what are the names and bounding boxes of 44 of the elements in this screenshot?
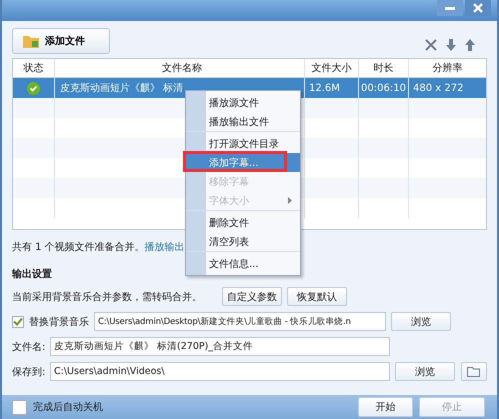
column-header[interactable]: 文件名称 bbox=[55, 59, 305, 77]
checkbox[interactable] bbox=[12, 316, 24, 328]
table-cell: 480 x 272 bbox=[413, 82, 464, 94]
checkbox[interactable] bbox=[12, 400, 27, 414]
table-cell: 00:06:10 bbox=[361, 82, 406, 94]
field-label: 保存到: bbox=[12, 366, 45, 378]
table-cell-text: 皮克斯动画短片《麒》 标清 bbox=[60, 82, 184, 95]
filename-field[interactable]: 皮克斯动画短片《麒》 标清(270P)_合并文件 bbox=[50, 337, 390, 356]
play-output-link[interactable]: 播放输出 bbox=[144, 242, 185, 253]
column-header[interactable]: 状态 bbox=[13, 59, 55, 77]
add-file-button[interactable]: 添加文件 bbox=[12, 28, 110, 54]
checkbox-label: 完成后自动关机 bbox=[33, 400, 103, 414]
column-header[interactable]: 时长 bbox=[359, 59, 409, 77]
summary-text: 共有 1 个视频文件准备合并。 bbox=[12, 242, 145, 253]
menu-item[interactable]: 清空列表 bbox=[186, 232, 300, 252]
close-icon bbox=[473, 3, 483, 13]
menu-item[interactable]: 打开源文件目录 bbox=[186, 134, 300, 153]
folder-plus-icon bbox=[23, 34, 39, 48]
menu-item[interactable]: 删除文件 bbox=[186, 213, 300, 232]
file-row[interactable]: 皮克斯动画短片《麒》 标清 12.6M 00:06:10 480 x 272 bbox=[13, 78, 486, 98]
reset-button[interactable]: 恢复默认 bbox=[287, 287, 347, 306]
browse-button[interactable]: 浏览 bbox=[395, 362, 455, 381]
start-button[interactable]: 开始 bbox=[358, 397, 413, 417]
open-folder-button[interactable] bbox=[461, 362, 487, 381]
checkbox-label: 替换背景音乐 bbox=[29, 316, 89, 328]
column-header[interactable]: 分辨率 bbox=[409, 59, 486, 77]
menu-item[interactable]: 播放输出文件 bbox=[186, 112, 300, 132]
column-header[interactable]: 文件大小 bbox=[305, 59, 359, 77]
table-cell: 12.6M bbox=[309, 82, 340, 94]
browse-button[interactable]: 浏览 bbox=[391, 312, 451, 331]
folder-icon bbox=[467, 366, 481, 377]
minimize-button[interactable] bbox=[437, 0, 463, 16]
custom-params-button[interactable]: 自定义参数 bbox=[222, 287, 282, 306]
minimize-icon bbox=[445, 6, 455, 10]
save-path-field[interactable]: C:\Users\admin\Videos\ bbox=[50, 362, 390, 381]
up-arrow-icon[interactable] bbox=[465, 39, 475, 51]
menu-item[interactable]: 文件信息... bbox=[186, 254, 300, 273]
delete-icon[interactable] bbox=[425, 39, 437, 51]
field-label: 文件名: bbox=[12, 340, 45, 354]
section-heading: 输出设置 bbox=[12, 268, 53, 281]
down-arrow-icon[interactable] bbox=[446, 39, 456, 51]
note-text: 当前采用背景音乐合并参数，需转码合并。 bbox=[12, 290, 203, 304]
music-path-field[interactable]: C:\Users\admin\Desktop\新建文件夹\儿童歌曲 - 快乐儿歌串烧.n bbox=[94, 312, 386, 331]
close-button[interactable] bbox=[465, 0, 491, 16]
